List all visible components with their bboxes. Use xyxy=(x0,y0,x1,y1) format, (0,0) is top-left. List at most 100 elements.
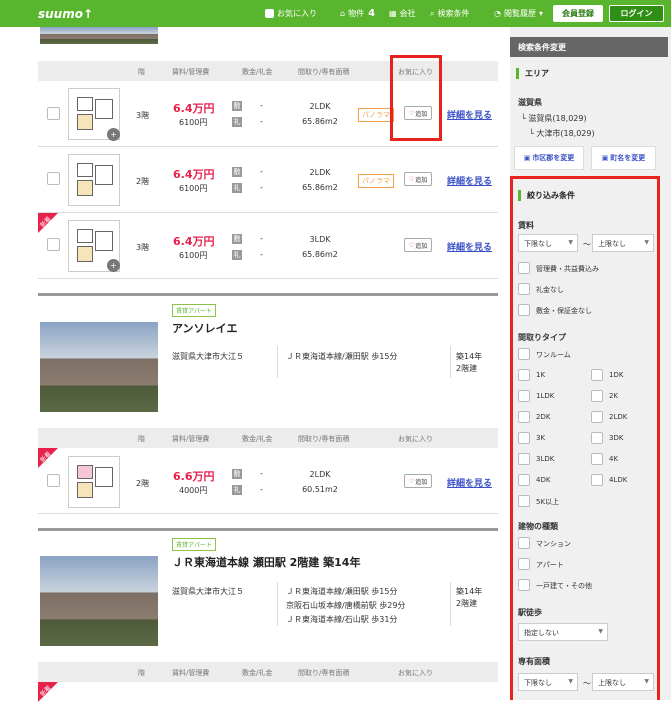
sidebar-title: 検索条件変更 xyxy=(510,37,668,57)
add-favorite-button[interactable]: ♡ 追加 xyxy=(404,172,432,186)
layout-label: 2K xyxy=(609,392,619,400)
building-photo[interactable] xyxy=(40,322,158,412)
layout-checkbox[interactable] xyxy=(591,453,603,465)
layout-checkbox[interactable] xyxy=(591,411,603,423)
chevron-down-icon: ▼ xyxy=(568,678,573,685)
detail-link[interactable]: 詳細を見る xyxy=(447,476,492,489)
walk-time-select[interactable]: 指定しない ▼ xyxy=(518,623,608,641)
area-section-title: エリア xyxy=(516,68,549,79)
checkbox[interactable] xyxy=(518,558,530,570)
layout-checkbox[interactable] xyxy=(518,453,530,465)
shikikin-icon: 敷 xyxy=(232,101,242,111)
rent-max-select[interactable]: 上限なし ▼ xyxy=(592,234,654,252)
layout-checkbox[interactable] xyxy=(518,369,530,381)
divider xyxy=(38,293,498,296)
layout-checkbox[interactable] xyxy=(518,432,530,444)
divider xyxy=(450,346,451,378)
layout-checkbox[interactable] xyxy=(518,411,530,423)
floor-plan-image[interactable] xyxy=(68,456,120,508)
change-town-button[interactable]: ▣ 町名を変更 xyxy=(591,146,656,170)
table-header: 階 賃料/管理費 敷金/礼金 間取り/専有面積 お気に入り xyxy=(38,428,498,448)
property-type-badge: 賃貸アパート xyxy=(172,304,216,317)
layout-label: 3K xyxy=(536,434,546,442)
layout-label: ワンルーム xyxy=(536,351,571,359)
table-header: 階 賃料/管理費 敷金/礼金 間取り/専有面積 お気に入り xyxy=(38,662,498,682)
area-max-select[interactable]: 上限なし ▼ xyxy=(592,673,654,691)
access: ＪＲ東海道本線/瀬田駅 歩15分 xyxy=(286,587,398,596)
divider xyxy=(450,582,451,626)
detail-link[interactable]: 詳細を見る xyxy=(447,174,492,187)
walk-time-label: 駅徒歩 xyxy=(518,608,542,617)
heart-icon: ♡ xyxy=(408,175,415,183)
row-checkbox[interactable] xyxy=(47,474,60,487)
panorama-badge: パノラマ xyxy=(358,108,394,122)
building-photo[interactable] xyxy=(40,27,158,44)
rent-min-select[interactable]: 下限なし ▼ xyxy=(518,234,578,252)
filter-section-title: 絞り込み条件 xyxy=(518,190,575,201)
detail-link[interactable]: 詳細を見る xyxy=(447,240,492,253)
add-favorite-button[interactable]: ♡ 追加 xyxy=(404,238,432,252)
checkbox[interactable] xyxy=(518,304,530,316)
change-city-button[interactable]: ▣ 市区郡を変更 xyxy=(514,146,584,170)
suumo-logo[interactable]: suumo↑ xyxy=(38,7,93,21)
layout-label: 1LDK xyxy=(536,392,555,400)
nav-bukken[interactable]: ⌂ 物件 4 xyxy=(340,0,375,27)
site-header: suumo↑ お気に入り ⌂ 物件 4 ▦ 会社 ⌕ 検索条件 ◔ 閲覧履歴 ▾ 会員登録 … xyxy=(0,0,671,27)
divider xyxy=(38,528,498,531)
building-type-label: 建物の種類 xyxy=(518,522,558,531)
row-checkbox[interactable] xyxy=(47,172,60,185)
chevron-down-icon: ▼ xyxy=(568,239,573,246)
building-name[interactable]: アンソレイエ xyxy=(172,320,237,336)
layout-label: 2DK xyxy=(536,413,551,421)
zoom-icon[interactable]: + xyxy=(107,128,120,141)
nav-search-conditions[interactable]: ⌕ 検索条件 xyxy=(430,0,469,27)
layout-checkbox[interactable] xyxy=(591,390,603,402)
register-button[interactable]: 会員登録 xyxy=(553,5,603,22)
layout-checkbox[interactable] xyxy=(591,474,603,486)
layout-label: 1DK xyxy=(609,371,624,379)
nav-company[interactable]: ▦ 会社 xyxy=(389,0,416,27)
nav-history[interactable]: ◔ 閲覧履歴 ▾ xyxy=(494,0,543,27)
detail-link[interactable]: 詳細を見る xyxy=(447,108,492,121)
chevron-down-icon: ▼ xyxy=(644,239,649,246)
row-checkbox[interactable] xyxy=(47,238,60,251)
layout-label: 4K xyxy=(609,455,619,463)
dropdown-icon: ▾ xyxy=(538,9,543,18)
panorama-badge: パノラマ xyxy=(358,174,394,188)
map-icon: ▣ xyxy=(523,154,531,162)
reikin-icon: 礼 xyxy=(232,117,242,127)
checkbox[interactable] xyxy=(518,262,530,274)
map-icon: ▣ xyxy=(601,154,609,162)
reikin-icon: 礼 xyxy=(232,485,242,495)
chevron-down-icon: ▼ xyxy=(598,628,603,635)
checkbox[interactable] xyxy=(518,537,530,549)
search-icon: ⌕ xyxy=(430,8,435,18)
nav-favorites[interactable]: お気に入り xyxy=(265,0,317,27)
layout-checkbox[interactable] xyxy=(518,495,530,507)
layout-label: 4LDK xyxy=(609,476,628,484)
layout-checkbox[interactable] xyxy=(518,348,530,360)
checkbox[interactable] xyxy=(518,283,530,295)
layout-label: 3DK xyxy=(609,434,624,442)
reikin-icon: 礼 xyxy=(232,250,242,260)
area-tree-pref: └ 滋賀県(18,029) xyxy=(521,114,587,123)
floor-plan-image[interactable] xyxy=(68,154,120,206)
floor-area-label: 専有面積 xyxy=(518,657,550,666)
login-button[interactable]: ログイン xyxy=(609,5,664,22)
chevron-down-icon: ▼ xyxy=(644,678,649,685)
add-favorite-button[interactable]: ♡ 追加 xyxy=(404,474,432,488)
building-photo[interactable] xyxy=(40,556,158,646)
area-min-select[interactable]: 下限なし ▼ xyxy=(518,673,578,691)
layout-checkbox[interactable] xyxy=(518,474,530,486)
layout-checkbox[interactable] xyxy=(591,369,603,381)
address: 滋賀県大津市大江５ xyxy=(172,587,244,596)
prefecture-label: 滋賀県 xyxy=(518,98,542,107)
shikikin-icon: 敷 xyxy=(232,234,242,244)
layout-checkbox[interactable] xyxy=(518,390,530,402)
layout-checkbox[interactable] xyxy=(591,432,603,444)
checkbox[interactable] xyxy=(518,579,530,591)
row-checkbox[interactable] xyxy=(47,107,60,120)
building-name[interactable]: ＪＲ東海道本線 瀬田駅 2階建 築14年 xyxy=(172,554,360,570)
house-icon: ⌂ xyxy=(340,9,346,18)
zoom-icon[interactable]: + xyxy=(107,259,120,272)
